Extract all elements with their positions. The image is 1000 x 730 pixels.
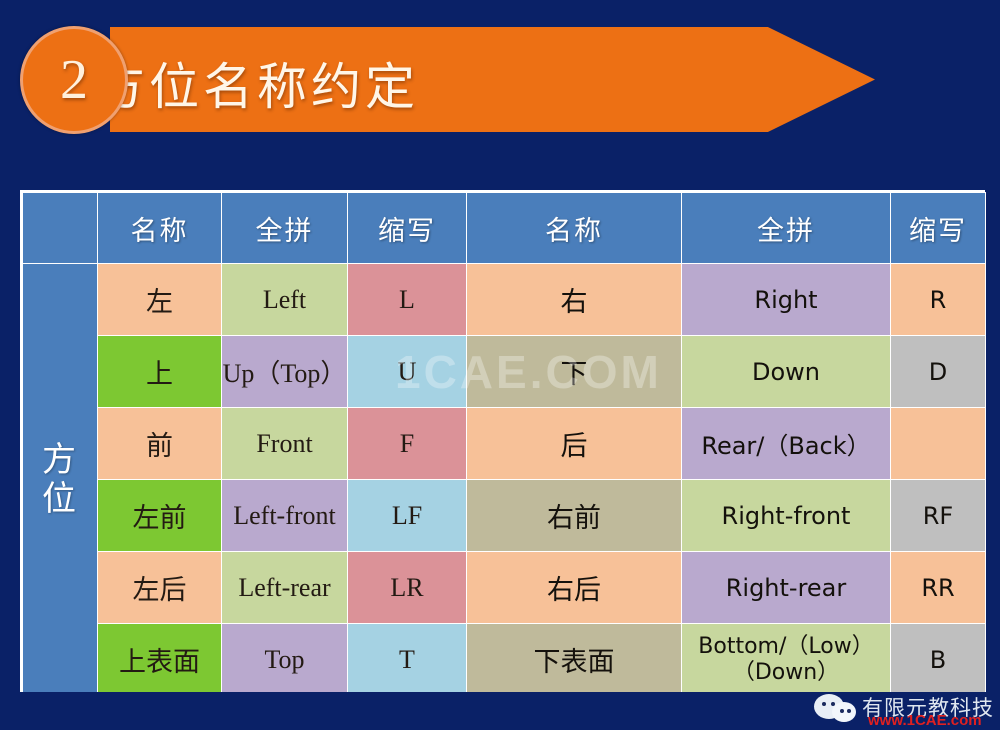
table-row: 左后 Left-rear LR 右后 Right-rear RR [23, 551, 986, 624]
header-pinyin-right: 全拼 [681, 192, 891, 264]
cell-abbr-right: RR [890, 551, 986, 624]
cell-name-right: 右前 [466, 479, 682, 552]
cell-pinyin-left: Top [221, 623, 348, 696]
table-row: 上 Up（Top） U 下 Down D [23, 335, 986, 408]
cell-pinyin-left: Up（Top） [221, 335, 348, 408]
header-corner-blank [22, 192, 98, 264]
header-name-right: 名称 [466, 192, 682, 264]
cell-pinyin-right: Bottom/（Low） （Down） [681, 623, 891, 696]
title-banner: 方位名称约定 [0, 0, 1000, 165]
footer-url: www.1CAE.com [868, 711, 982, 729]
cell-pinyin-left: Left-rear [221, 551, 348, 624]
header-name-left: 名称 [97, 192, 222, 264]
cell-name-right: 下表面 [466, 623, 682, 696]
cell-abbr-left: L [347, 263, 467, 336]
cell-name-left: 前 [97, 407, 222, 480]
table-row: 方位 左 Left L 右 Right R [22, 263, 986, 696]
axis-label: 方位 [42, 440, 78, 519]
cell-name-right: 右后 [466, 551, 682, 624]
header-pinyin-left: 全拼 [221, 192, 348, 264]
slide-header: 方位名称约定 2 [0, 0, 1000, 165]
cell-pinyin-left: Left [221, 263, 348, 336]
section-number: 2 [60, 49, 88, 111]
cell-name-left: 左后 [97, 551, 222, 624]
cell-abbr-left: T [347, 623, 467, 696]
section-number-badge: 2 [20, 26, 128, 134]
cell-pinyin-right: Right-front [681, 479, 891, 552]
cell-abbr-right: B [890, 623, 986, 696]
cell-pinyin-right: Right-rear [681, 551, 891, 624]
cell-name-right: 后 [466, 407, 682, 480]
cell-abbr-right: RF [890, 479, 986, 552]
direction-table-container: 名称 全拼 缩写 名称 全拼 缩写 方位左 Left L 右 Right R 上 Up（Top… [20, 190, 986, 698]
table-body: 方位左 Left L 右 Right R 上 Up（Top） U 下 Down D 前 Front F 后 Re… [22, 263, 986, 696]
cell-pinyin-right: Down [681, 335, 891, 408]
cell-abbr-left: U [347, 335, 467, 408]
page-title: 方位名称约定 [95, 57, 419, 116]
cell-abbr-right: D [890, 335, 986, 408]
cell-name-right: 右 [466, 263, 682, 336]
table-header-row: 名称 全拼 缩写 名称 全拼 缩写 [22, 192, 986, 264]
cell-pinyin-right: Rear/（Back） [681, 407, 891, 480]
cell-pinyin-left: Front [221, 407, 348, 480]
cell-abbr-right [890, 407, 986, 480]
cell-name-left: 左前 [97, 479, 222, 552]
cell-name-left: 上表面 [97, 623, 222, 696]
cell-name-left: 左 [97, 263, 222, 336]
cell-abbr-right: R [890, 263, 986, 336]
cell-name-right: 下 [466, 335, 682, 408]
direction-table: 名称 全拼 缩写 名称 全拼 缩写 方位左 Left L 右 Right R 上 Up（Top… [22, 192, 986, 696]
cell-pinyin-left: Left-front [221, 479, 348, 552]
table-row: 上表面 Top T 下表面 Bottom/（Low） （Down） B [23, 623, 986, 696]
header-abbr-left: 缩写 [347, 192, 467, 264]
footer-mark-text: 有限元教科技 www.1CAE.com [862, 697, 994, 728]
cell-abbr-left: LF [347, 479, 467, 552]
wechat-icon [814, 691, 858, 725]
footer-watermark: 有限元教科技 www.1CAE.com [814, 688, 994, 728]
cell-pinyin-right: Right [681, 263, 891, 336]
table-row: 前 Front F 后 Rear/（Back） [23, 407, 986, 480]
cell-abbr-left: LR [347, 551, 467, 624]
cell-abbr-left: F [347, 407, 467, 480]
header-abbr-right: 缩写 [890, 192, 986, 264]
cell-name-left: 上 [97, 335, 222, 408]
axis-label-cell: 方位 [22, 263, 98, 696]
table-head: 名称 全拼 缩写 名称 全拼 缩写 [22, 192, 986, 264]
table-row: 左前 Left-front LF 右前 Right-front RF [23, 479, 986, 552]
